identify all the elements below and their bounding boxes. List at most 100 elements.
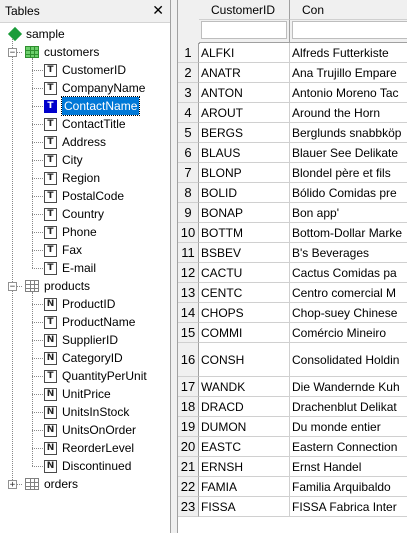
table-tree[interactable]: sample − customers T CustomerID T CompanyName T… — [0, 24, 170, 533]
row-number[interactable]: 22 — [178, 477, 199, 497]
cell-company-name[interactable]: Centro comercial M — [290, 283, 407, 303]
cell-company-name[interactable]: Berglunds snabbköp — [290, 123, 407, 143]
row-number[interactable]: 19 — [178, 417, 199, 437]
cell-company-name[interactable]: Around the Horn — [290, 103, 407, 123]
cell-company-name[interactable]: Familia Arquibaldo — [290, 477, 407, 497]
row-number[interactable]: 13 — [178, 283, 199, 303]
cell-company-name[interactable]: B's Beverages — [290, 243, 407, 263]
table-node-products[interactable]: products — [44, 277, 90, 295]
cell-company-name[interactable]: Ernst Handel — [290, 457, 407, 477]
field-node-companyname[interactable]: CompanyName — [62, 79, 145, 97]
cell-company-name[interactable]: Blondel père et fils — [290, 163, 407, 183]
cell-company-name[interactable]: Cactus Comidas pa — [290, 263, 407, 283]
cell-company-name[interactable]: Comércio Mineiro — [290, 323, 407, 343]
table-node-orders[interactable]: orders — [44, 475, 78, 493]
row-number[interactable]: 18 — [178, 397, 199, 417]
cell-company-name[interactable]: Ana Trujillo Empare — [290, 63, 407, 83]
cell-customer-id[interactable]: ANTON — [199, 83, 290, 103]
row-number[interactable]: 3 — [178, 83, 199, 103]
row-number[interactable]: 17 — [178, 377, 199, 397]
field-node-address[interactable]: Address — [62, 133, 106, 151]
field-node-contacttitle[interactable]: ContactTitle — [62, 115, 126, 133]
cell-customer-id[interactable]: CONSH — [199, 343, 290, 377]
row-number[interactable]: 16 — [178, 343, 199, 377]
field-node-unitsinstock[interactable]: UnitsInStock — [62, 403, 129, 421]
field-node-unitsonorder[interactable]: UnitsOnOrder — [62, 421, 136, 439]
cell-company-name[interactable]: Bottom-Dollar Marke — [290, 223, 407, 243]
cell-company-name[interactable]: Bólido Comidas pre — [290, 183, 407, 203]
cell-customer-id[interactable]: DUMON — [199, 417, 290, 437]
cell-customer-id[interactable]: EASTC — [199, 437, 290, 457]
row-number[interactable]: 15 — [178, 323, 199, 343]
cell-company-name[interactable]: FISSA Fabrica Inter — [290, 497, 407, 517]
field-node-e-mail[interactable]: E-mail — [62, 259, 96, 277]
column-header-con[interactable]: Con — [290, 0, 407, 20]
cell-company-name[interactable]: Antonio Moreno Tac — [290, 83, 407, 103]
cell-customer-id[interactable]: FAMIA — [199, 477, 290, 497]
cell-customer-id[interactable]: CENTC — [199, 283, 290, 303]
table-node-customers[interactable]: customers — [44, 43, 99, 61]
field-node-country[interactable]: Country — [62, 205, 104, 223]
cell-company-name[interactable]: Drachenblut Delikat — [290, 397, 407, 417]
field-node-productid[interactable]: ProductID — [62, 295, 115, 313]
cell-company-name[interactable]: Die Wandernde Kuh — [290, 377, 407, 397]
cell-company-name[interactable]: Alfreds Futterkiste — [290, 43, 407, 63]
expand-icon[interactable]: + — [8, 480, 17, 490]
column-header-customerid[interactable]: CustomerID — [199, 0, 290, 20]
field-node-region[interactable]: Region — [62, 169, 100, 187]
cell-company-name[interactable]: Chop-suey Chinese — [290, 303, 407, 323]
cell-customer-id[interactable]: FISSA — [199, 497, 290, 517]
field-node-unitprice[interactable]: UnitPrice — [62, 385, 111, 403]
row-number[interactable]: 4 — [178, 103, 199, 123]
cell-company-name[interactable]: Consolidated Holdin — [290, 343, 407, 377]
column-filter-input[interactable] — [201, 21, 287, 39]
cell-customer-id[interactable]: COMMI — [199, 323, 290, 343]
row-number[interactable]: 8 — [178, 183, 199, 203]
field-node-productname[interactable]: ProductName — [62, 313, 135, 331]
pane-splitter[interactable] — [171, 0, 178, 533]
row-number[interactable]: 21 — [178, 457, 199, 477]
collapse-icon[interactable]: − — [8, 282, 17, 292]
cell-company-name[interactable]: Eastern Connection — [290, 437, 407, 457]
database-node[interactable]: sample — [26, 25, 65, 43]
row-number[interactable]: 12 — [178, 263, 199, 283]
row-number[interactable]: 14 — [178, 303, 199, 323]
grid-corner[interactable] — [178, 0, 200, 44]
cell-customer-id[interactable]: ERNSH — [199, 457, 290, 477]
cell-customer-id[interactable]: BERGS — [199, 123, 290, 143]
field-node-postalcode[interactable]: PostalCode — [62, 187, 124, 205]
cell-customer-id[interactable]: BLONP — [199, 163, 290, 183]
row-number[interactable]: 2 — [178, 63, 199, 83]
row-number[interactable]: 9 — [178, 203, 199, 223]
field-node-discontinued[interactable]: Discontinued — [62, 457, 131, 475]
cell-company-name[interactable]: Du monde entier — [290, 417, 407, 437]
cell-customer-id[interactable]: ALFKI — [199, 43, 290, 63]
field-node-city[interactable]: City — [62, 151, 83, 169]
cell-customer-id[interactable]: WANDK — [199, 377, 290, 397]
close-icon[interactable]: ✕ — [152, 2, 164, 19]
field-node-phone[interactable]: Phone — [62, 223, 97, 241]
row-number[interactable]: 11 — [178, 243, 199, 263]
cell-customer-id[interactable]: CACTU — [199, 263, 290, 283]
data-grid[interactable]: CustomerID Con 1 ALFKI Alfreds Futterkiste 2 A… — [178, 0, 407, 533]
field-node-categoryid[interactable]: CategoryID — [62, 349, 123, 367]
field-node-customerid[interactable]: CustomerID — [62, 61, 126, 79]
row-number[interactable]: 23 — [178, 497, 199, 517]
column-filter-input[interactable] — [292, 21, 407, 39]
field-node-reorderlevel[interactable]: ReorderLevel — [62, 439, 134, 457]
row-number[interactable]: 5 — [178, 123, 199, 143]
cell-customer-id[interactable]: ANATR — [199, 63, 290, 83]
cell-company-name[interactable]: Blauer See Delikate — [290, 143, 407, 163]
cell-customer-id[interactable]: BOTTM — [199, 223, 290, 243]
cell-customer-id[interactable]: BLAUS — [199, 143, 290, 163]
row-number[interactable]: 10 — [178, 223, 199, 243]
cell-company-name[interactable]: Bon app' — [290, 203, 407, 223]
row-number[interactable]: 20 — [178, 437, 199, 457]
cell-customer-id[interactable]: BOLID — [199, 183, 290, 203]
row-number[interactable]: 7 — [178, 163, 199, 183]
cell-customer-id[interactable]: BSBEV — [199, 243, 290, 263]
row-number[interactable]: 1 — [178, 43, 199, 63]
cell-customer-id[interactable]: DRACD — [199, 397, 290, 417]
row-number[interactable]: 6 — [178, 143, 199, 163]
cell-customer-id[interactable]: AROUT — [199, 103, 290, 123]
